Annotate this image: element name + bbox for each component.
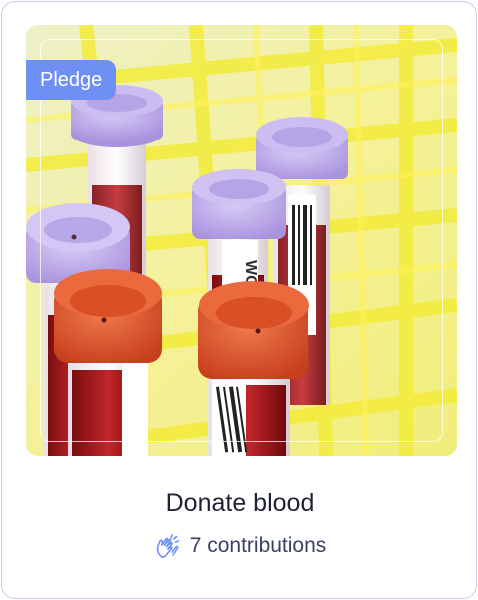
clapping-hands-icon [156, 534, 180, 558]
card-title[interactable]: Donate blood [2, 489, 478, 518]
contributions-count: 7 contributions [189, 534, 327, 557]
pledge-badge: Pledge [26, 60, 117, 100]
contributions-row: 7 contributions [2, 532, 478, 560]
pledge-card[interactable]: WO Pledge Donate blood 7 contributions [1, 1, 477, 599]
